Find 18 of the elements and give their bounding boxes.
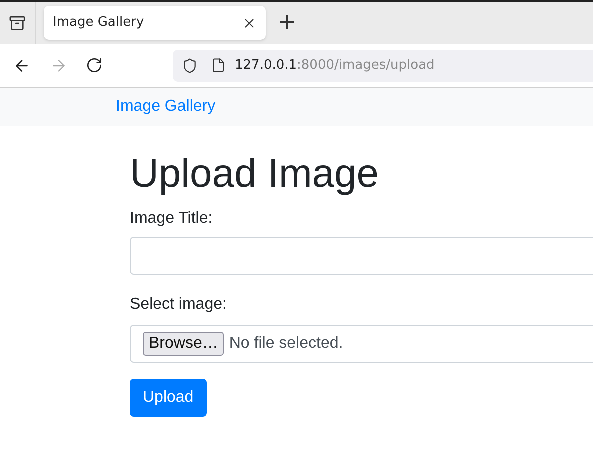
page-heading: Upload Image	[130, 151, 380, 198]
field-label: Image Title:	[130, 209, 214, 229]
reload-icon[interactable]	[86, 57, 103, 74]
field-label: Select image:	[130, 295, 228, 315]
page-icon	[211, 58, 226, 73]
file-input[interactable]: Browse… No file selected.	[130, 325, 593, 363]
input-field[interactable]	[130, 237, 593, 275]
new-tab-button[interactable]: +	[278, 12, 296, 34]
upload-button[interactable]: Upload	[130, 379, 207, 417]
browser-tab[interactable]: Image Gallery	[44, 6, 266, 40]
shield-icon[interactable]	[182, 58, 198, 74]
browse-button[interactable]: Browse…	[143, 332, 224, 356]
brand-link[interactable]: Image Gallery	[116, 95, 216, 119]
address-bar[interactable]: 127.0.0.1:8000/images/upload	[173, 50, 593, 82]
url-text: 127.0.0.1:8000/images/upload	[235, 56, 435, 75]
file-status: No file selected.	[229, 334, 344, 354]
tab-overview-icon[interactable]	[9, 14, 26, 32]
tab-title: Image Gallery	[53, 14, 144, 32]
